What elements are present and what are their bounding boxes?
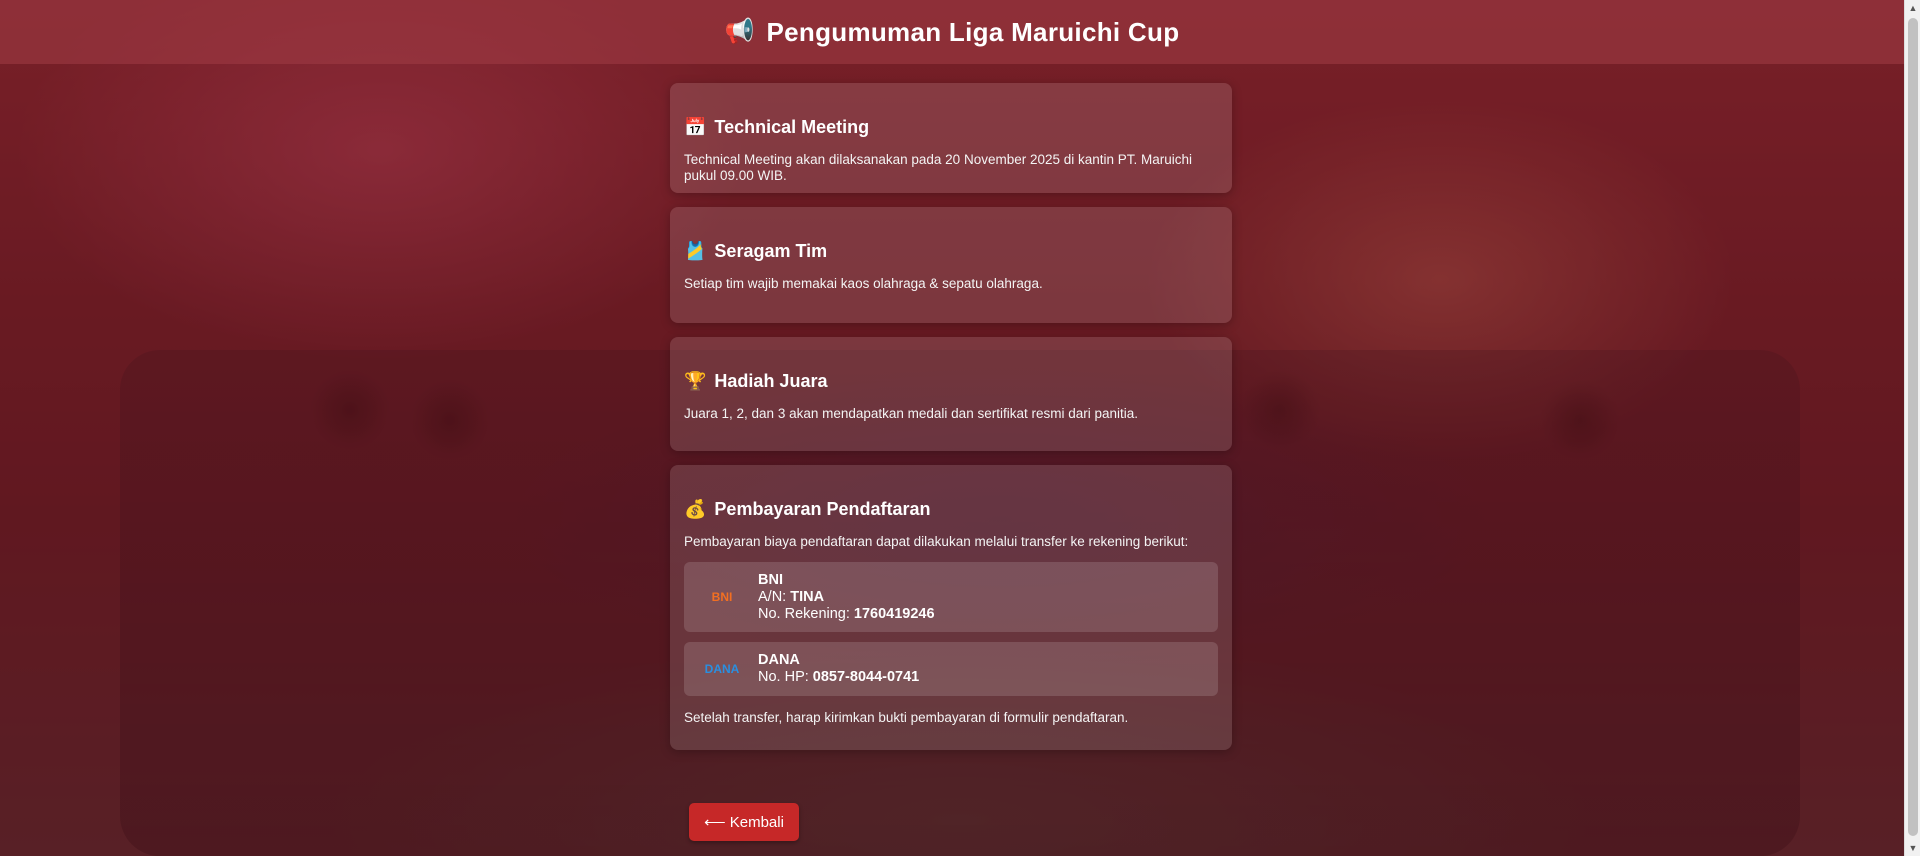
card-title-text: Seragam Tim	[714, 241, 828, 261]
technical-meeting-card: 📅 Technical Meeting Technical Meeting ak…	[670, 83, 1232, 193]
payment-card: 💰 Pembayaran Pendaftaran Pembayaran biay…	[670, 465, 1232, 750]
bni-logo: BNI	[694, 585, 750, 609]
bank-name: BNI	[758, 571, 783, 588]
phone-line: No. HP: 0857-8044-0741	[758, 669, 919, 686]
payment-footer: Setelah transfer, harap kirimkan bukti p…	[684, 710, 1129, 725]
card-title: 💰 Pembayaran Pendaftaran	[684, 499, 1218, 520]
prize-card: 🏆 Hadiah Juara Juara 1, 2, dan 3 akan me…	[670, 337, 1232, 451]
dana-logo-text: DANA	[704, 662, 740, 676]
page-header: 📢 Pengumuman Liga Maruichi Cup	[0, 0, 1904, 64]
phone-label: No. HP:	[758, 669, 809, 685]
shirt-icon: 🎽	[684, 241, 707, 261]
page-title: Pengumuman Liga Maruichi Cup	[766, 16, 1180, 47]
bni-account-box: BNI BNI A/N: TINA No. Rekening: 17604192…	[684, 562, 1218, 632]
account-number-line: No. Rekening: 1760419246	[758, 606, 935, 623]
card-title-text: Technical Meeting	[714, 117, 870, 137]
scroll-down-arrow-icon[interactable]: ▼	[1905, 840, 1920, 856]
card-title-text: Pembayaran Pendaftaran	[714, 499, 931, 519]
scroll-up-arrow-icon[interactable]: ▲	[1905, 0, 1920, 16]
uniform-card: 🎽 Seragam Tim Setiap tim wajib memakai k…	[670, 207, 1232, 323]
payment-intro: Pembayaran biaya pendaftaran dapat dilak…	[684, 534, 1189, 549]
card-title: 🎽 Seragam Tim	[684, 241, 1218, 262]
account-holder: TINA	[790, 588, 825, 605]
back-button[interactable]: ⟵ Kembali	[689, 803, 799, 841]
phone-number: 0857-8044-0741	[812, 669, 920, 685]
card-title-text: Hadiah Juara	[714, 371, 828, 391]
wallet-name: DANA	[758, 652, 800, 668]
scrollbar[interactable]: ▲ ▼	[1904, 0, 1920, 856]
megaphone-icon: 📢	[724, 18, 755, 45]
card-text: Juara 1, 2, dan 3 akan mendapatkan medal…	[684, 406, 1139, 421]
scrollbar-thumb[interactable]	[1908, 18, 1918, 836]
account-holder-line: A/N: TINA	[758, 589, 935, 606]
announcement-list: 📅 Technical Meeting Technical Meeting ak…	[670, 83, 1232, 764]
account-number: 1760419246	[853, 605, 935, 622]
account-holder-label: A/N:	[758, 588, 787, 605]
bni-account-info: BNI A/N: TINA No. Rekening: 1760419246	[758, 572, 935, 623]
card-text: Technical Meeting akan dilaksanakan pada…	[684, 152, 1193, 183]
dana-account-box: DANA DANA No. HP: 0857-8044-0741	[684, 642, 1218, 696]
dana-logo: DANA	[694, 657, 750, 681]
bni-logo-text: BNI	[711, 590, 733, 604]
money-bag-icon: 💰	[684, 499, 707, 519]
card-text: Setiap tim wajib memakai kaos olahraga &…	[684, 276, 1043, 291]
calendar-icon: 📅	[684, 117, 707, 137]
card-title: 📅 Technical Meeting	[684, 117, 1218, 138]
account-number-label: No. Rekening:	[758, 605, 850, 622]
trophy-icon: 🏆	[684, 371, 707, 391]
dana-account-info: DANA No. HP: 0857-8044-0741	[758, 652, 919, 686]
card-title: 🏆 Hadiah Juara	[684, 371, 1218, 392]
